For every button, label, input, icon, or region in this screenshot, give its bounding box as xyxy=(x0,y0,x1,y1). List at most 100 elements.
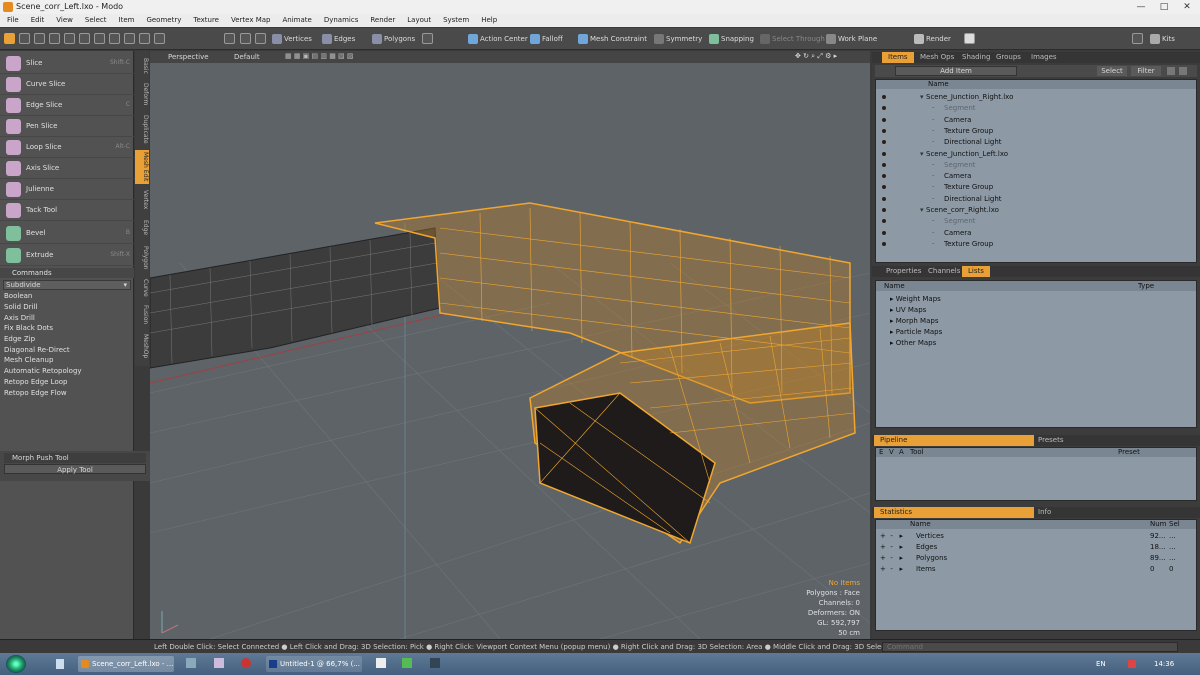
tab-meshop[interactable]: MeshOp xyxy=(135,330,149,362)
work-plane-button[interactable]: Work Plane xyxy=(824,32,880,46)
maximize-button[interactable]: □ xyxy=(1153,1,1175,13)
tool-bevel[interactable]: Bevel B xyxy=(0,223,134,244)
tab-mesh-ops[interactable]: Mesh Ops xyxy=(914,52,960,63)
command-fix-black-dots[interactable]: Fix Black Dots xyxy=(4,324,53,332)
explorer-icon[interactable] xyxy=(56,659,64,669)
tool-extrude[interactable]: Extrude Shift-X xyxy=(0,245,134,266)
rotate-icon[interactable] xyxy=(34,33,45,44)
select-button[interactable]: Select xyxy=(1097,66,1127,76)
item-row[interactable]: Camera · xyxy=(876,228,1196,239)
expand-arrow-icon[interactable]: ▾ xyxy=(920,205,924,216)
render-preview-icon[interactable] xyxy=(964,33,975,44)
falloff-button[interactable]: Falloff xyxy=(528,32,566,46)
tab-lists[interactable]: Lists xyxy=(962,266,990,277)
tab-info[interactable]: Info xyxy=(1032,507,1057,518)
item-row[interactable]: Camera · xyxy=(876,171,1196,182)
tab-curve[interactable]: Curve xyxy=(135,276,149,300)
tab-properties[interactable]: Properties xyxy=(880,266,927,277)
browser-icon[interactable] xyxy=(241,658,251,668)
subdivide-dropdown[interactable]: Subdivide ▾ xyxy=(3,280,131,290)
3d-viewport[interactable]: Perspective Default ▦ ▦ ▣ ▤ ▥ ▦ ▧ ▨ ✥ ↻ … xyxy=(150,51,870,639)
menu-geometry[interactable]: Geometry xyxy=(139,14,186,24)
visibility-eye-icon[interactable] xyxy=(881,150,887,157)
snapping-button[interactable]: Snapping xyxy=(707,32,757,46)
item-row[interactable]: Segment · xyxy=(876,160,1196,171)
tab-polygon[interactable]: Polygon xyxy=(135,242,149,274)
command-input[interactable] xyxy=(882,642,1178,652)
menu-layout[interactable]: Layout xyxy=(400,14,436,24)
symmetry-button[interactable]: Symmetry xyxy=(652,32,705,46)
tab-images[interactable]: Images xyxy=(1025,52,1063,63)
visibility-eye-icon[interactable] xyxy=(881,195,887,202)
tab-vertex[interactable]: Vertex xyxy=(135,186,149,214)
element-move-icon[interactable] xyxy=(79,33,90,44)
menu-vertex-map[interactable]: Vertex Map xyxy=(224,14,276,24)
network-icon[interactable] xyxy=(1128,660,1136,668)
taskbar-modo-task[interactable]: Scene_corr_Left.lxo - ... xyxy=(78,656,174,672)
skeleton-icon[interactable] xyxy=(224,33,235,44)
item-row[interactable]: Directional Light · xyxy=(876,194,1196,205)
command-mesh-cleanup[interactable]: Mesh Cleanup xyxy=(4,356,53,364)
menu-select[interactable]: Select xyxy=(78,14,112,24)
command-automatic-retopology[interactable]: Automatic Retopology xyxy=(4,367,82,375)
menu-animate[interactable]: Animate xyxy=(275,14,316,24)
menu-dynamics[interactable]: Dynamics xyxy=(317,14,364,24)
clock[interactable]: 14:36 xyxy=(1154,660,1174,668)
tool-slice[interactable]: Slice Shift-C xyxy=(0,53,134,74)
menu-system[interactable]: System xyxy=(436,14,474,24)
menu-item[interactable]: Item xyxy=(112,14,140,24)
tab-items[interactable]: Items xyxy=(882,52,914,63)
command-retopo-edge-flow[interactable]: Retopo Edge Flow xyxy=(4,389,67,397)
item-mode-icon[interactable] xyxy=(240,33,251,44)
snap-grid-icon[interactable] xyxy=(109,33,120,44)
item-row[interactable]: Camera · xyxy=(876,115,1196,126)
visibility-eye-icon[interactable] xyxy=(881,218,887,225)
tool-curve-slice[interactable]: Curve Slice xyxy=(0,74,134,95)
menu-render[interactable]: Render xyxy=(363,14,400,24)
command-boolean[interactable]: Boolean xyxy=(4,292,32,300)
tab-presets[interactable]: Presets xyxy=(1032,435,1069,446)
stat-row-items[interactable]: + - ▸ Items 0 0 xyxy=(876,564,1196,575)
visibility-eye-icon[interactable] xyxy=(881,240,887,247)
item-row[interactable]: Segment · xyxy=(876,216,1196,227)
select-through-button[interactable]: Select Through xyxy=(758,32,828,46)
search-icon[interactable] xyxy=(1132,33,1143,44)
item-row[interactable]: Scene_Junction_Left.lxo ▾ xyxy=(876,149,1196,160)
taskbar-photoshop-task[interactable]: Untitled-1 @ 66,7% (... xyxy=(266,656,362,672)
action-center-button[interactable]: Action Center xyxy=(466,32,531,46)
filter-button[interactable]: Filter xyxy=(1131,66,1161,76)
item-row[interactable]: Directional Light · xyxy=(876,137,1196,148)
commands-header[interactable]: Commands xyxy=(0,268,134,278)
render-button[interactable]: Render xyxy=(912,32,954,46)
yandex-icon[interactable] xyxy=(214,658,224,668)
list-morph-maps[interactable]: ▸ Morph Maps xyxy=(876,316,1196,327)
visibility-eye-icon[interactable] xyxy=(881,127,887,134)
item-row[interactable]: Texture Group · xyxy=(876,239,1196,250)
tab-basic[interactable]: Basic xyxy=(135,54,149,78)
tray-app-icon-2[interactable] xyxy=(376,658,386,668)
vertices-button[interactable]: Vertices xyxy=(270,32,315,46)
close-button[interactable]: ✕ xyxy=(1176,1,1198,13)
tab-mesh-edit[interactable]: Mesh Edit xyxy=(135,150,149,184)
tray-app-icon-4[interactable] xyxy=(430,658,440,668)
tool-tack[interactable]: Tack Tool xyxy=(0,200,134,221)
visibility-eye-icon[interactable] xyxy=(881,184,887,191)
tray-app-icon-3[interactable] xyxy=(402,658,412,668)
polygons-button[interactable]: Polygons xyxy=(370,32,418,46)
visibility-eye-icon[interactable] xyxy=(881,229,887,236)
component-icon[interactable] xyxy=(139,33,150,44)
tool-julienne[interactable]: Julienne xyxy=(0,179,134,200)
edges-button[interactable]: Edges xyxy=(320,32,358,46)
item-row[interactable]: Texture Group · xyxy=(876,182,1196,193)
visibility-eye-icon[interactable] xyxy=(881,207,887,213)
command-edge-zip[interactable]: Edge Zip xyxy=(4,335,35,343)
drag-icon[interactable] xyxy=(124,33,135,44)
transform-icon[interactable] xyxy=(64,33,75,44)
list-particle-maps[interactable]: ▸ Particle Maps xyxy=(876,327,1196,338)
visibility-eye-icon[interactable] xyxy=(881,94,887,100)
add-item-dropdown[interactable]: Add Item xyxy=(895,66,1017,76)
tab-pipeline[interactable]: Pipeline xyxy=(874,435,1034,446)
tool-edge-slice[interactable]: Edge Slice C xyxy=(0,95,134,116)
apply-tool-button[interactable]: Apply Tool xyxy=(4,464,146,474)
select-all-icon[interactable] xyxy=(154,33,165,44)
